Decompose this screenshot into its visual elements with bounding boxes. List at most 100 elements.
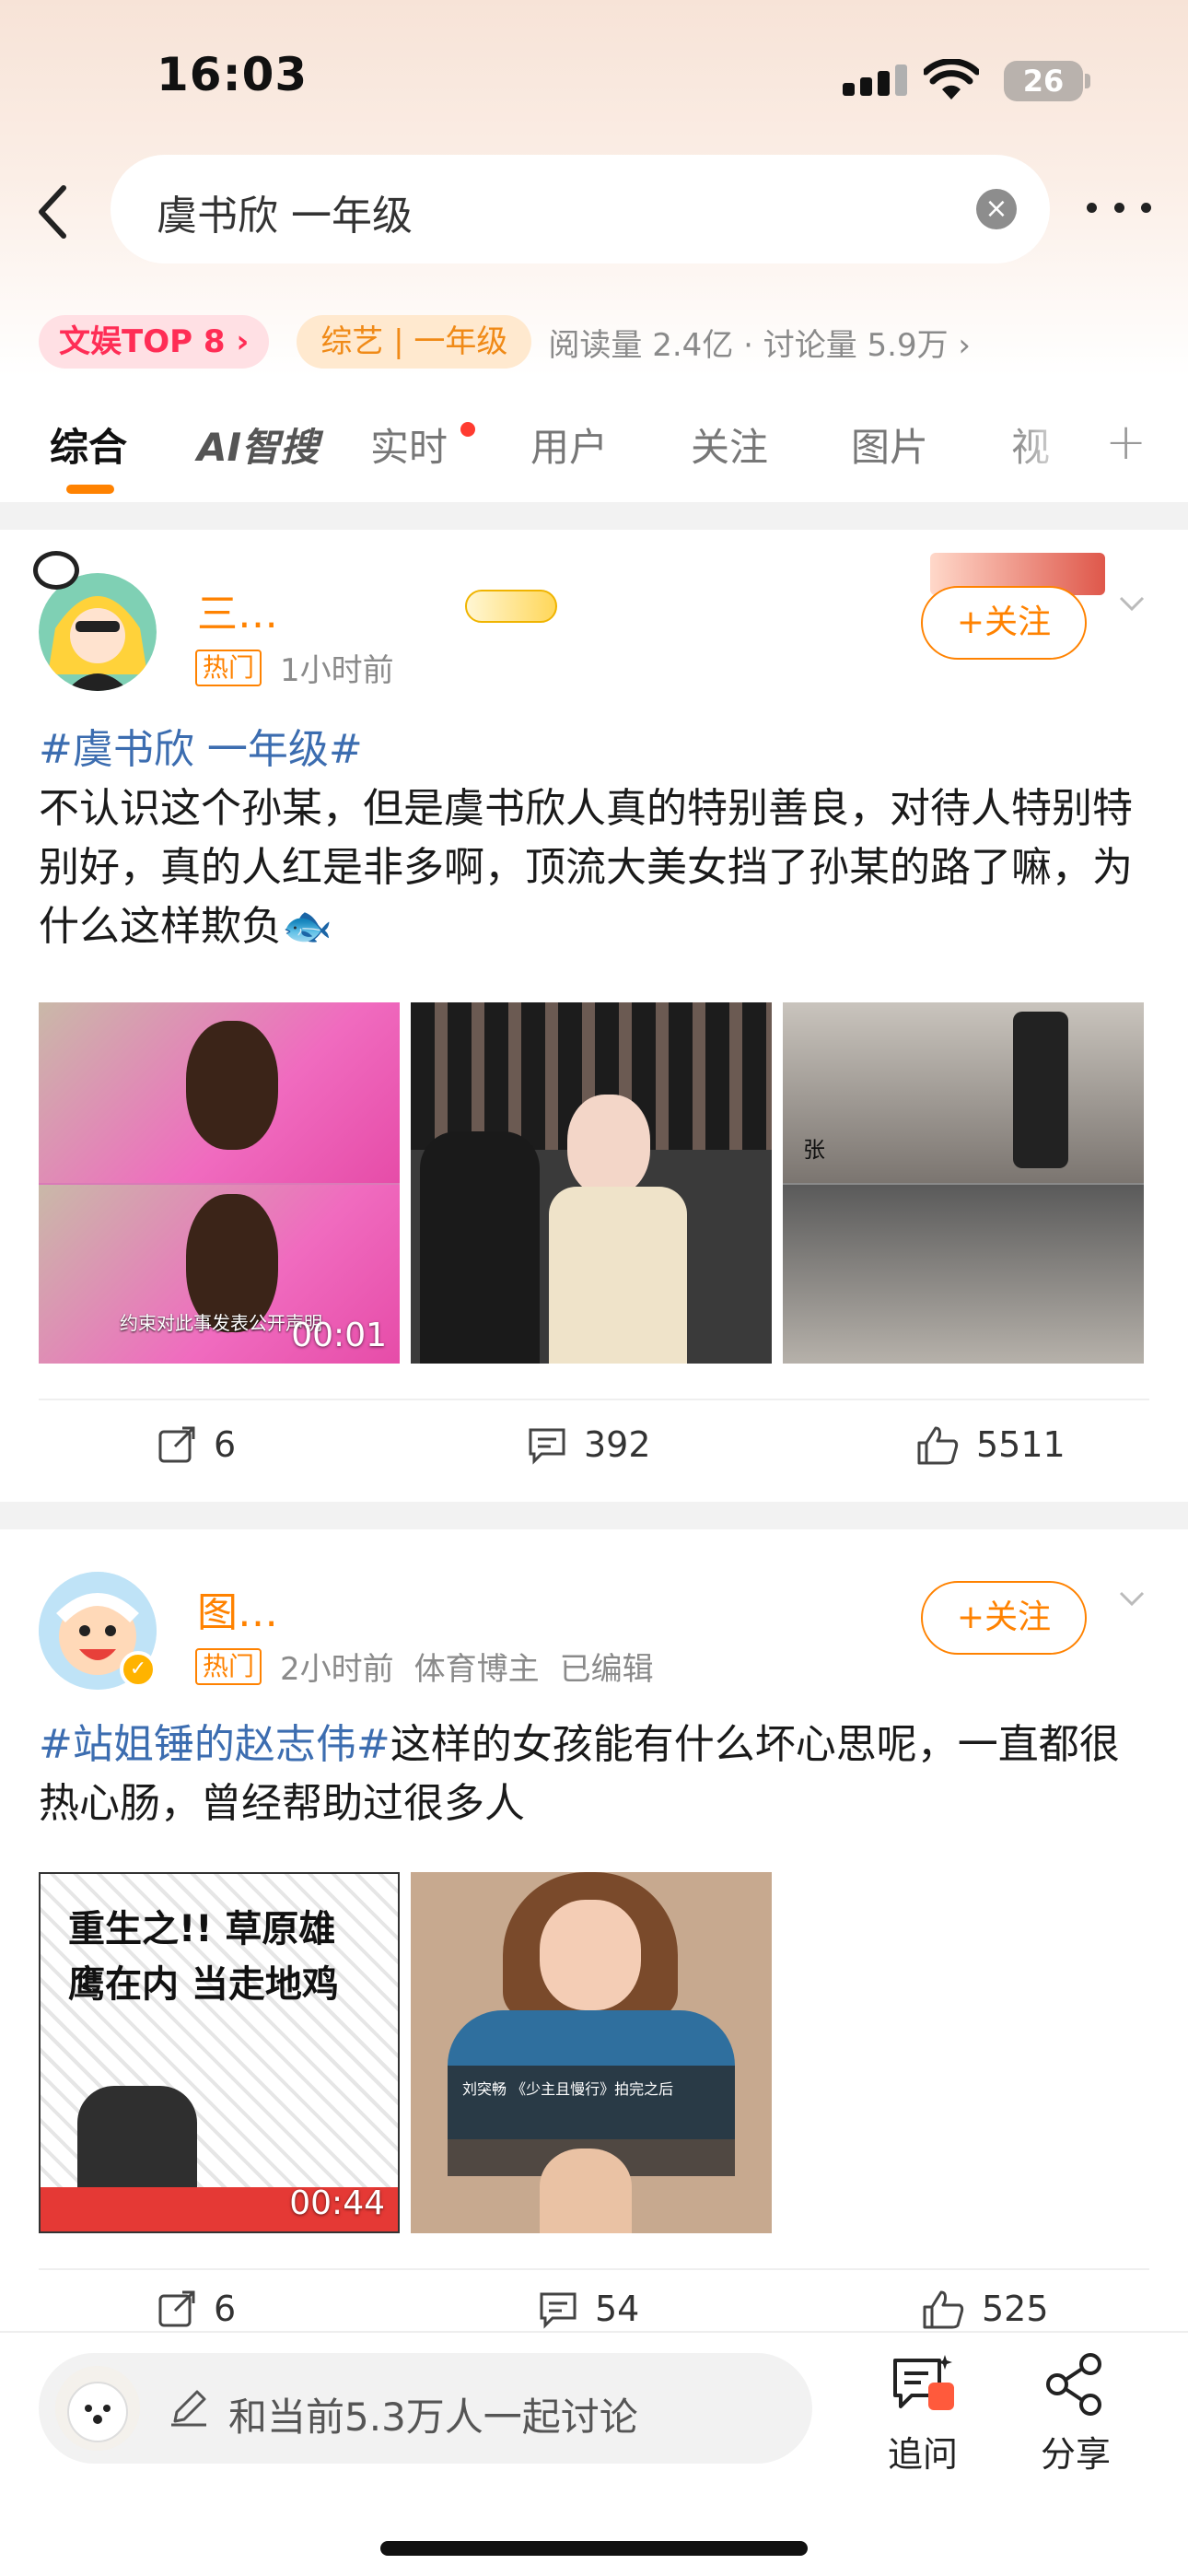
trend-stats[interactable]: 阅读量 2.4亿 · 讨论量 5.9万 › [548, 320, 971, 365]
tab-comprehensive[interactable]: 综合 [50, 416, 127, 473]
clear-icon[interactable]: × [976, 189, 1017, 229]
follow-button[interactable]: +关注 [921, 1581, 1087, 1655]
post-time: 1小时前 [280, 652, 394, 689]
like-button[interactable]: 5511 [915, 1424, 1066, 1465]
section-divider [0, 1502, 1188, 1529]
comment-button[interactable]: 392 [527, 1424, 651, 1465]
post-image-thumbnail[interactable]: 张 [783, 1002, 1144, 1364]
thumb-caption: 重生之!! 草原雄鹰在内 当走地鸡 [68, 1908, 339, 2006]
post-topic[interactable]: #站姐锤的赵志伟# [39, 1721, 390, 1768]
post-separator [39, 1399, 1149, 1400]
chevron-down-icon[interactable] [1118, 1585, 1146, 1612]
repost-count: 6 [214, 1424, 237, 1465]
thumb-floor-bottom [783, 1185, 1144, 1364]
comment-count: 54 [595, 2289, 640, 2329]
post-topic[interactable]: #虞书欣 一年级# [39, 720, 1153, 779]
post-video-thumbnail[interactable]: 重生之!! 草原雄鹰在内 当走地鸡 00:44 [39, 1872, 400, 2233]
post-video-thumbnail[interactable]: 约束对此事发表公开声明 00:01 [39, 1002, 400, 1364]
edited-label: 已编辑 [559, 1651, 654, 1688]
post-time: 2小时前 [280, 1651, 394, 1688]
battery-indicator: 26 [1004, 61, 1083, 101]
add-tab-icon[interactable]: + [1105, 413, 1147, 471]
hot-tag: 热门 [195, 1647, 262, 1685]
ask-button[interactable]: 追问 [877, 2351, 969, 2476]
thumb-caption: 刘突畅 《少主且慢行》拍完之后 [462, 2080, 674, 2098]
repost-icon [158, 1426, 195, 1463]
panda-decoration [33, 551, 79, 590]
active-tab-indicator [66, 485, 114, 494]
tab-follow[interactable]: 关注 [691, 416, 768, 473]
search-query: 虞书欣 一年级 [157, 193, 413, 240]
thumb-legs [1013, 1012, 1068, 1168]
wifi-icon [924, 59, 979, 100]
like-count: 5511 [976, 1424, 1066, 1465]
avatar[interactable] [39, 573, 157, 691]
ask-ai-icon [893, 2355, 954, 2410]
video-duration: 00:44 [289, 2184, 385, 2222]
signal-icon [843, 64, 907, 96]
user-level-badge [465, 590, 557, 623]
comment-count: 392 [584, 1424, 651, 1465]
post-meta: 热门 1小时前 [195, 645, 394, 690]
chevron-down-icon[interactable] [1118, 590, 1146, 617]
share-label: 分享 [1040, 2434, 1111, 2475]
thumb-person-center [567, 1095, 650, 1196]
chevron-left-icon [39, 185, 66, 239]
thumb-woman-face [540, 1900, 641, 2010]
thumb-rider [77, 2086, 197, 2196]
battery-tip [1085, 74, 1090, 88]
video-duration: 00:01 [291, 1317, 387, 1354]
tab-users[interactable]: 用户 [530, 416, 608, 473]
post-meta: 热门 2小时前 体育博主 已编辑 [195, 1644, 654, 1689]
tabs-fade [1004, 415, 1096, 479]
repost-button[interactable]: 6 [157, 1424, 236, 1465]
user-role: 体育博主 [413, 1651, 540, 1688]
thumb-face-top [186, 1021, 278, 1150]
dog-avatar-icon [55, 2366, 140, 2451]
repost-icon [158, 2290, 195, 2327]
tab-ai-search[interactable]: AI智搜 [197, 416, 319, 473]
thumb-caption: 张 [803, 1137, 825, 1163]
thumb-man-face [540, 2149, 632, 2233]
thumb-dress [549, 1187, 687, 1364]
thumb-person-left [420, 1131, 540, 1364]
tab-realtime[interactable]: 实时 [370, 416, 448, 473]
hot-tag: 热门 [195, 649, 262, 686]
avatar-cartoon-icon [39, 573, 157, 691]
tab-images[interactable]: 图片 [851, 416, 928, 473]
post-body: 不认识这个孙某，但是虞书欣人真的特别善良，对待人特别特别好，真的人红是非多啊，顶… [39, 785, 1133, 950]
repost-count: 6 [214, 2289, 237, 2329]
follow-button[interactable]: +关注 [921, 586, 1087, 660]
more-options-icon[interactable] [1087, 184, 1151, 230]
my-avatar [55, 2366, 140, 2451]
comment-placeholder: 和当前5.3万人一起讨论 [228, 2395, 638, 2440]
like-button[interactable]: 525 [921, 2289, 1049, 2329]
rank-badge[interactable]: 文娱TOP 8 › [39, 315, 270, 369]
post-image-thumbnail[interactable]: 刘突畅 《少主且慢行》拍完之后 [411, 1872, 772, 2233]
back-button[interactable] [26, 175, 77, 249]
post-username[interactable]: 三… [197, 580, 278, 639]
comment-icon [540, 2292, 577, 2329]
category-badge[interactable]: 综艺 | 一年级 [297, 315, 532, 369]
search-input[interactable]: 虞书欣 一年级 × [111, 155, 1050, 263]
post-username[interactable]: 图… [197, 1579, 278, 1638]
post-content: #站姐锤的赵志伟#这样的女孩能有什么坏心思呢，一直都很热心肠，曾经帮助过很多人 [39, 1715, 1153, 1833]
trend-info: 文娱TOP 8 › 综艺 | 一年级 阅读量 2.4亿 · 讨论量 5.9万 › [39, 315, 971, 369]
post-content: #虞书欣 一年级# 不认识这个孙某，但是虞书欣人真的特别善良，对待人特别特别好，… [39, 720, 1153, 956]
verified-badge-icon: ✓ [120, 1651, 157, 1688]
ask-label: 追问 [887, 2434, 958, 2475]
home-indicator [380, 2541, 808, 2556]
section-divider [0, 502, 1188, 530]
thumb-floor-top [783, 1002, 1144, 1183]
pencil-icon [171, 2390, 206, 2427]
thumbs-up-icon [923, 2290, 964, 2329]
share-button[interactable]: 分享 [1030, 2351, 1122, 2476]
thumbs-up-icon [917, 1426, 959, 1465]
comment-button[interactable]: 54 [538, 2289, 639, 2329]
share-icon [1046, 2353, 1101, 2416]
status-time: 16:03 [157, 48, 309, 101]
like-count: 525 [982, 2289, 1049, 2329]
repost-button[interactable]: 6 [157, 2289, 236, 2329]
post-image-thumbnail[interactable] [411, 1002, 772, 1364]
fish-emoji-icon: 🐟 [282, 903, 332, 950]
